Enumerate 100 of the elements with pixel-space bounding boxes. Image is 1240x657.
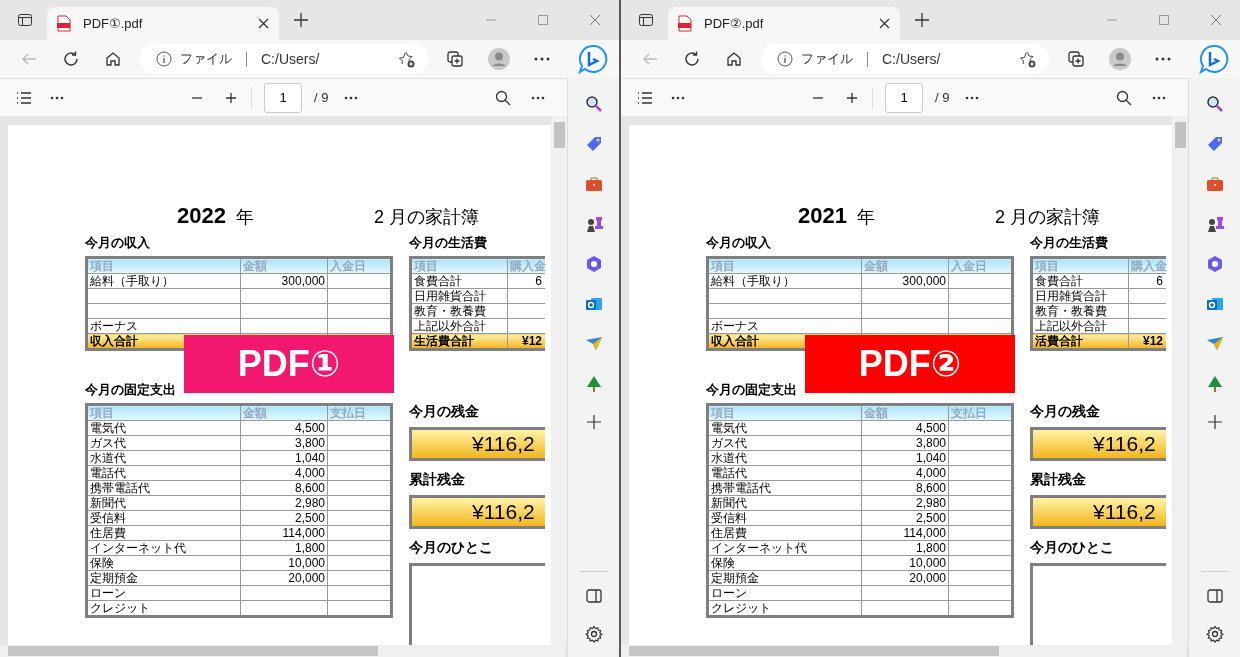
search-icon[interactable] [1205, 95, 1224, 113]
more-icon[interactable] [344, 95, 359, 100]
zoom-in-icon[interactable] [846, 91, 858, 104]
tab-actions-icon[interactable] [17, 12, 33, 28]
page-total: / 9 [314, 90, 329, 105]
tree-icon[interactable] [584, 375, 603, 393]
table-cell: 電話代 [707, 465, 862, 481]
more-icon[interactable] [50, 95, 64, 100]
close-tab-icon[interactable] [258, 18, 269, 29]
copilot-icon[interactable] [1205, 255, 1224, 273]
settings-icon[interactable] [1205, 625, 1224, 643]
vertical-scrollbar[interactable] [551, 116, 567, 645]
more-icon[interactable] [965, 95, 980, 100]
more-icon[interactable] [1152, 95, 1166, 100]
sidebar-toggle-icon[interactable] [585, 589, 602, 603]
home-icon[interactable] [104, 50, 122, 68]
column-header: 入金日 [327, 257, 392, 274]
table-cell: 6 [507, 273, 545, 289]
page-number-field[interactable]: 1 [885, 82, 923, 113]
column-header: 購入金 [507, 257, 545, 274]
table-cell: ローン [86, 585, 241, 601]
add-icon[interactable] [586, 415, 601, 429]
search-icon[interactable] [584, 95, 603, 113]
page-number-field[interactable]: 1 [264, 82, 302, 113]
chess-icon[interactable] [584, 215, 603, 233]
table-cell: 保険 [86, 555, 241, 571]
table-cell: 受信料 [707, 510, 862, 526]
overlay-label: PDF② [805, 335, 1015, 393]
table-cell: 1,800 [240, 540, 328, 556]
section-title: 今月のひとこ [1030, 539, 1115, 557]
table-cell: 6 [1128, 273, 1166, 289]
table-cell: インターネット代 [86, 540, 241, 556]
table-cell: 定期預金 [707, 570, 862, 586]
table-cell: 2,980 [240, 495, 328, 511]
section-title: 今月の生活費 [1030, 234, 1109, 252]
add-icon[interactable] [1207, 415, 1222, 429]
vertical-scrollbar[interactable] [1172, 116, 1188, 645]
info-icon [777, 51, 793, 67]
new-tab-icon[interactable] [293, 12, 309, 28]
table-cell: 114,000 [240, 525, 328, 541]
more-icon[interactable] [534, 57, 550, 61]
table-cell: 電気代 [86, 420, 241, 436]
outlook-icon[interactable] [584, 295, 603, 313]
close-icon[interactable] [589, 14, 601, 26]
browser-tab[interactable]: PDF①.pdf [47, 7, 279, 40]
home-icon[interactable] [725, 50, 743, 68]
add-favorite-icon[interactable] [398, 50, 416, 68]
profile-avatar-icon[interactable] [488, 48, 510, 70]
table-cell: 10,000 [861, 555, 949, 571]
toolbox-icon[interactable] [1205, 175, 1224, 193]
contents-list-icon[interactable] [637, 91, 653, 104]
column-header: 金額 [861, 257, 949, 274]
balance-amount: ¥116,2 [409, 495, 545, 529]
settings-icon[interactable] [584, 625, 603, 643]
table-cell: ボーナス [86, 318, 241, 334]
year-unit: 年 [235, 206, 254, 229]
collections-icon[interactable] [446, 50, 464, 68]
horizontal-scrollbar[interactable] [0, 645, 565, 657]
search-icon[interactable] [1116, 89, 1132, 106]
table-cell: 300,000 [240, 273, 328, 289]
table-cell: 8,600 [240, 480, 328, 496]
sidebar-toggle-icon[interactable] [1206, 589, 1223, 603]
chat-bubble-icon[interactable] [578, 44, 608, 74]
table-cell: 4,500 [240, 420, 328, 436]
refresh-icon[interactable] [62, 50, 80, 68]
table-cell: 3,800 [240, 435, 328, 451]
overlay-label: PDF① [184, 335, 394, 393]
pdf-file-icon [678, 15, 692, 32]
address-text: C:/Users/ [261, 51, 320, 67]
table-cell: 日用雑貨合計 [410, 288, 508, 304]
zoom-in-icon[interactable] [225, 91, 237, 104]
refresh-icon[interactable] [683, 50, 701, 68]
contents-list-icon[interactable] [16, 91, 32, 104]
address-bar[interactable]: ファイル C:/Users/ [761, 44, 1049, 74]
chess-icon[interactable] [1205, 215, 1224, 233]
tab-actions-icon[interactable] [638, 12, 654, 28]
horizontal-scrollbar[interactable] [621, 645, 1186, 657]
tree-icon[interactable] [1205, 375, 1224, 393]
close-tab-icon[interactable] [879, 18, 890, 29]
close-icon[interactable] [1210, 14, 1222, 26]
table-cell: 教育・教養費 [410, 303, 508, 319]
more-icon[interactable] [531, 95, 545, 100]
search-icon[interactable] [495, 89, 511, 106]
more-icon[interactable] [671, 95, 685, 100]
address-bar[interactable]: ファイル C:/Users/ [140, 44, 428, 74]
more-icon[interactable] [1155, 57, 1171, 61]
outlook-icon[interactable] [1205, 295, 1224, 313]
add-favorite-icon[interactable] [1019, 50, 1037, 68]
collections-icon[interactable] [1067, 50, 1085, 68]
copilot-icon[interactable] [584, 255, 603, 273]
profile-avatar-icon[interactable] [1109, 48, 1131, 70]
toolbox-icon[interactable] [584, 175, 603, 193]
table-cell: 2,500 [861, 510, 949, 526]
table-cell: 食費合計 [1031, 273, 1129, 289]
browser-tab[interactable]: PDF②.pdf [668, 7, 900, 40]
new-tab-icon[interactable] [914, 12, 930, 28]
section-title: 今月の収入 [706, 234, 772, 252]
chat-bubble-icon[interactable] [1199, 44, 1229, 74]
table-cell: ガス代 [86, 435, 241, 451]
column-header: 項目 [707, 257, 862, 274]
